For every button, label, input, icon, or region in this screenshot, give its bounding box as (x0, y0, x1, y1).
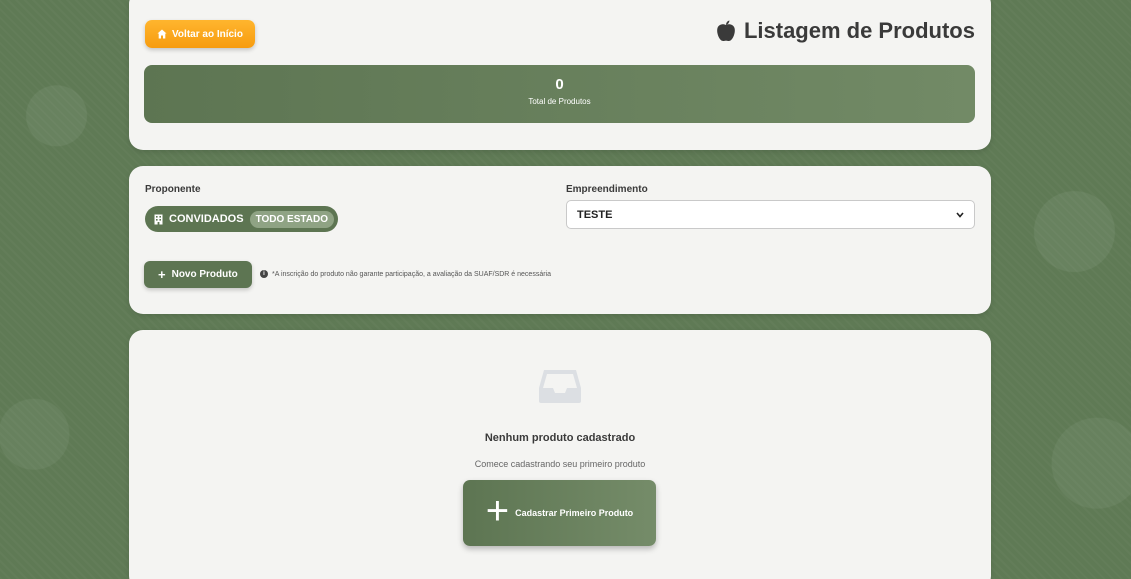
page-title-text: Listagem de Produtos (743, 18, 975, 43)
chevron-down-icon (956, 211, 964, 218)
total-products-stat: 0 Total de Produtos (144, 65, 975, 123)
proponente-name: CONVIDADOS (169, 213, 244, 225)
register-first-product-button[interactable]: + Cadastrar Primeiro Produto (463, 480, 656, 546)
filter-card: Proponente CONVIDADOS TODO ESTADO Empree… (129, 166, 991, 314)
stat-value: 0 (555, 76, 564, 93)
stat-label: Total de Produtos (528, 97, 591, 106)
register-first-product-label: Cadastrar Primeiro Produto (515, 508, 634, 518)
plus-icon: + (485, 489, 510, 533)
apple-icon (717, 20, 735, 42)
home-icon (157, 29, 167, 39)
empreendimento-value: TESTE (577, 208, 613, 221)
page-title: Listagem de Produtos (716, 18, 975, 44)
home-button-label: Voltar ao Início (172, 28, 243, 40)
empreendimento-select[interactable]: TESTE (566, 200, 975, 229)
info-icon: i (260, 270, 268, 278)
new-product-label: Novo Produto (171, 269, 238, 280)
empreendimento-label: Empreendimento (566, 184, 648, 195)
empty-state-title: Nenhum produto cadastrado (484, 432, 636, 444)
empty-state-card: Nenhum produto cadastrado Comece cadastr… (129, 330, 991, 579)
inbox-icon (539, 370, 581, 403)
proponente-scope: TODO ESTADO (249, 210, 334, 228)
plus-icon: + (158, 267, 166, 282)
proponente-label: Proponente (145, 184, 201, 195)
building-icon (154, 214, 163, 224)
home-button[interactable]: Voltar ao Início (145, 20, 255, 48)
proponente-badge: CONVIDADOS TODO ESTADO (145, 206, 338, 232)
empty-state-subtitle: Comece cadastrando seu primeiro produto (474, 459, 646, 469)
header-card: Voltar ao Início Listagem de Produtos 0 … (129, 0, 991, 150)
notice-text: *A inscrição do produto não garante part… (272, 270, 551, 278)
new-product-button[interactable]: + Novo Produto (144, 261, 252, 288)
registration-notice: i *A inscrição do produto não garante pa… (260, 270, 551, 278)
